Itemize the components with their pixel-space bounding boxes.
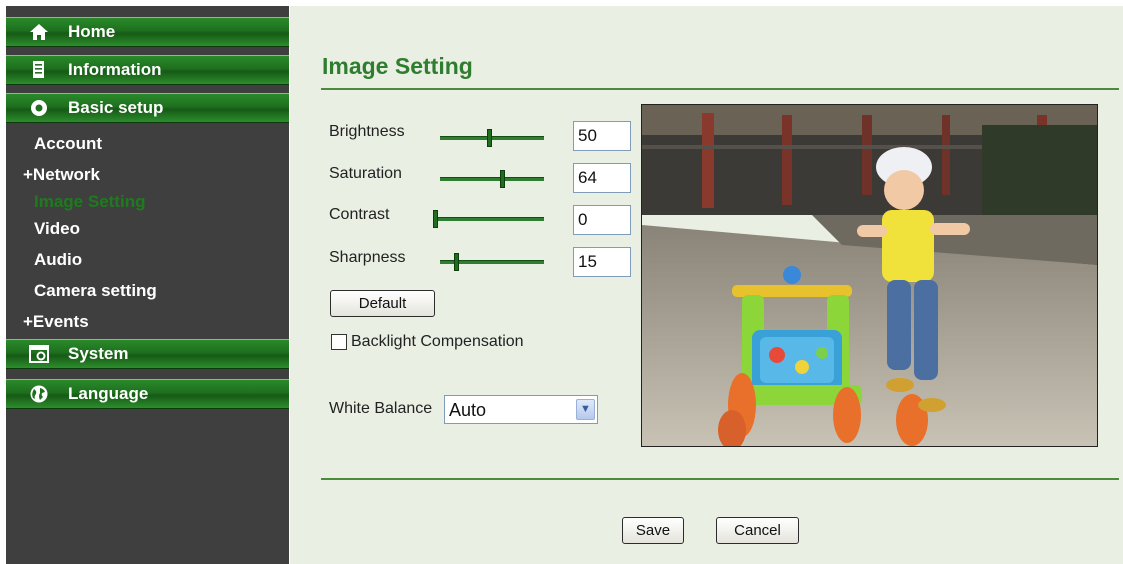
sidebar-item-camera-setting[interactable]: Camera setting — [34, 281, 157, 301]
slider-thumb[interactable] — [486, 129, 492, 147]
sharpness-value[interactable]: 15 — [573, 247, 631, 277]
slider-track — [440, 177, 544, 181]
cancel-button[interactable]: Cancel — [716, 517, 799, 544]
saturation-label: Saturation — [329, 165, 402, 182]
title-divider — [321, 88, 1119, 90]
brightness-label: Brightness — [329, 123, 405, 140]
saturation-slider[interactable] — [440, 169, 544, 189]
slider-thumb[interactable] — [453, 253, 459, 271]
nav-home-label: Home — [68, 22, 116, 41]
nav-basic-setup[interactable]: Basic setup — [6, 93, 289, 123]
nav-system[interactable]: System — [6, 339, 289, 369]
nav-information-label: Information — [68, 60, 162, 79]
save-button[interactable]: Save — [622, 517, 684, 544]
white-balance-select[interactable]: Auto ▼ — [444, 395, 598, 424]
main-panel: Image Setting Brightness 50 Saturation 6… — [290, 6, 1123, 564]
nav-home[interactable]: Home — [6, 17, 289, 47]
default-button[interactable]: Default — [330, 290, 435, 317]
backlight-checkbox[interactable] — [331, 334, 347, 350]
white-balance-label: White Balance — [329, 400, 433, 417]
contrast-label: Contrast — [329, 206, 390, 223]
house-icon — [30, 24, 48, 40]
nav-information[interactable]: Information — [6, 55, 289, 85]
slider-track — [435, 217, 544, 221]
chevron-down-icon[interactable]: ▼ — [576, 399, 595, 420]
slider-track — [440, 136, 544, 140]
sharpness-label: Sharpness — [329, 249, 406, 266]
camera-preview — [641, 104, 1098, 447]
saturation-value[interactable]: 64 — [573, 163, 631, 193]
sidebar-item-account[interactable]: Account — [34, 134, 102, 154]
sidebar-item-network[interactable]: +Network — [23, 165, 100, 185]
sidebar-item-image-setting[interactable]: Image Setting — [34, 192, 145, 212]
camera-preview-image — [642, 105, 1097, 446]
nav-basic-setup-label: Basic setup — [68, 98, 164, 117]
document-icon — [33, 61, 44, 78]
slider-thumb[interactable] — [433, 210, 438, 228]
page-title: Image Setting — [322, 53, 473, 79]
brightness-slider[interactable] — [440, 128, 544, 148]
camera-icon — [29, 345, 49, 363]
brightness-value[interactable]: 50 — [573, 121, 631, 151]
nav-system-label: System — [68, 344, 129, 363]
nav-language[interactable]: Language — [6, 379, 289, 409]
sidebar-item-video[interactable]: Video — [34, 219, 80, 239]
sidebar-item-audio[interactable]: Audio — [34, 250, 82, 270]
gear-icon — [31, 100, 47, 116]
sharpness-slider[interactable] — [440, 252, 544, 272]
nav-language-label: Language — [68, 384, 149, 403]
footer-divider — [321, 478, 1119, 480]
contrast-value[interactable]: 0 — [573, 205, 631, 235]
sidebar: Home Information Basic setup Account +Ne… — [6, 6, 289, 564]
contrast-slider[interactable] — [433, 209, 544, 229]
sidebar-item-events[interactable]: +Events — [23, 312, 89, 332]
white-balance-value: Auto — [449, 400, 487, 420]
slider-thumb[interactable] — [500, 170, 506, 188]
backlight-label: Backlight Compensation — [351, 333, 524, 350]
globe-icon — [30, 385, 48, 403]
